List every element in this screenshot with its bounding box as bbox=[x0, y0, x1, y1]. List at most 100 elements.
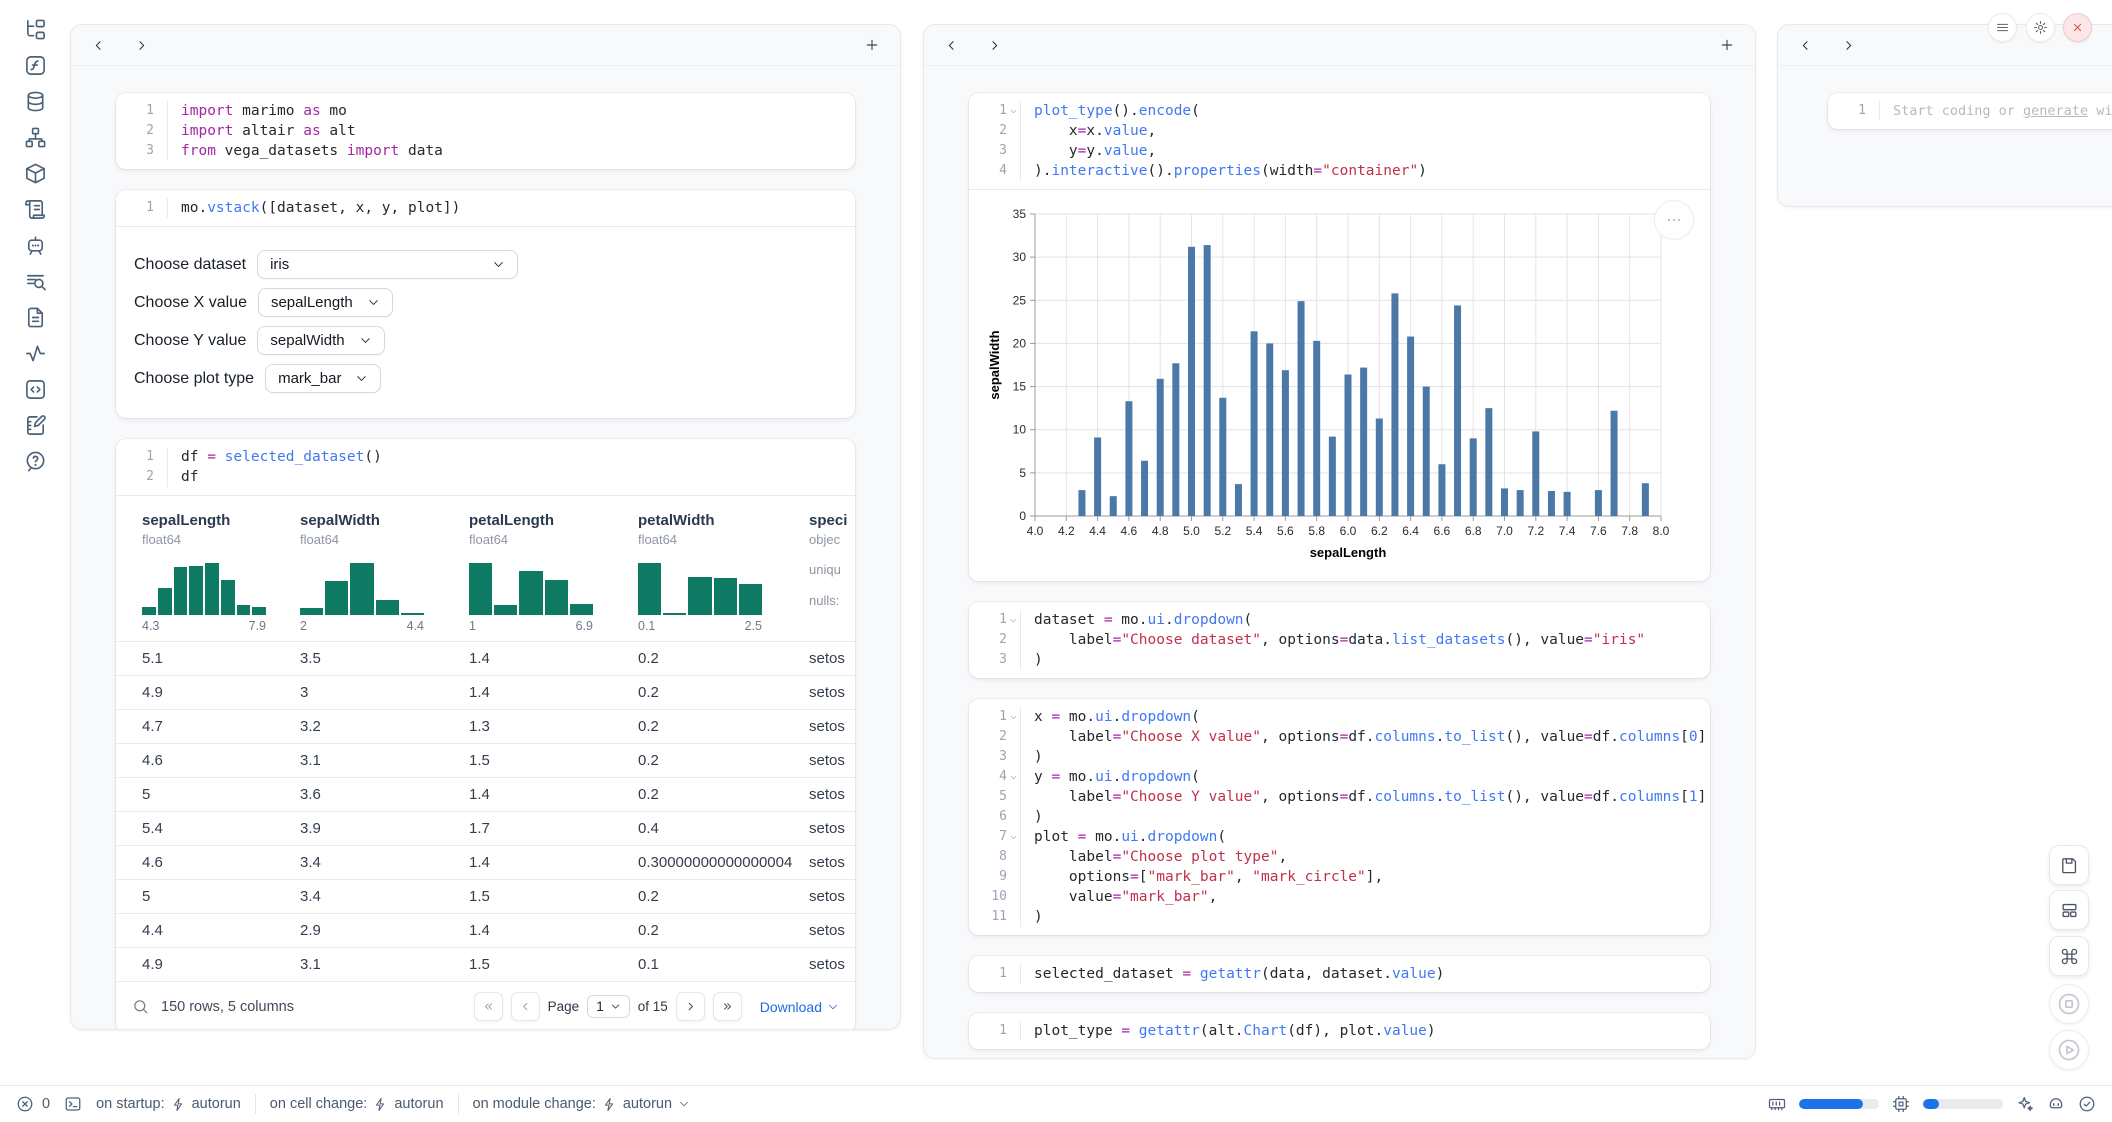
table-row[interactable]: 4.63.11.50.2setos bbox=[116, 743, 855, 777]
table-row[interactable]: 4.63.41.40.30000000000000004setos bbox=[116, 845, 855, 879]
divider bbox=[458, 1094, 459, 1114]
menu-button[interactable] bbox=[1988, 13, 2017, 42]
prev-page-button[interactable] bbox=[511, 992, 540, 1021]
svg-text:5.6: 5.6 bbox=[1277, 524, 1294, 538]
svg-text:5.2: 5.2 bbox=[1214, 524, 1231, 538]
close-button[interactable] bbox=[2063, 13, 2092, 42]
column-header[interactable]: petalLengthfloat6416.9 bbox=[459, 512, 628, 633]
prev-column-icon[interactable] bbox=[1798, 38, 1813, 53]
table-summary: 150 rows, 5 columns bbox=[161, 999, 294, 1015]
run-config-item[interactable]: on startup:autorun bbox=[96, 1096, 241, 1112]
code-editor[interactable]: 1mo.vstack([dataset, x, y, plot]) bbox=[116, 190, 855, 226]
add-cell-icon[interactable] bbox=[1719, 37, 1735, 53]
scroll-icon[interactable] bbox=[24, 198, 47, 221]
bar-chart[interactable]: 4.04.24.44.64.85.05.25.45.65.86.06.26.46… bbox=[983, 202, 1683, 570]
next-column-icon[interactable] bbox=[987, 38, 1002, 53]
column-header[interactable]: speciobjecuniqunulls: bbox=[799, 512, 855, 633]
table-cell: 0.2 bbox=[628, 718, 799, 735]
svg-text:5.0: 5.0 bbox=[1183, 524, 1200, 538]
fold-chevron-icon[interactable] bbox=[1007, 707, 1020, 727]
column-type: float64 bbox=[142, 532, 290, 547]
bot-icon[interactable] bbox=[24, 234, 47, 257]
next-column-icon[interactable] bbox=[1841, 38, 1856, 53]
histogram-bar bbox=[376, 600, 399, 615]
help-icon[interactable] bbox=[24, 450, 47, 473]
code-line: 2df bbox=[124, 467, 843, 487]
chart-actions-button[interactable] bbox=[1654, 200, 1694, 240]
function-square-icon[interactable] bbox=[24, 54, 47, 77]
settings-button[interactable] bbox=[2026, 13, 2055, 42]
code-editor[interactable]: 1x = mo.ui.dropdown(2 label="Choose X va… bbox=[969, 699, 1710, 935]
page-select[interactable]: 1 bbox=[587, 995, 630, 1018]
table-row[interactable]: 53.41.50.2setos bbox=[116, 879, 855, 913]
dataset-select[interactable]: iris bbox=[257, 250, 518, 279]
x-value-select[interactable]: sepalLength bbox=[258, 288, 393, 317]
code-square-icon[interactable] bbox=[24, 378, 47, 401]
code-editor[interactable]: 1selected_dataset = getattr(data, datase… bbox=[969, 956, 1710, 992]
column-header[interactable]: sepalWidthfloat6424.4 bbox=[290, 512, 459, 633]
next-column-icon[interactable] bbox=[134, 38, 149, 53]
package-icon[interactable] bbox=[24, 162, 47, 185]
add-cell-icon[interactable] bbox=[864, 37, 880, 53]
download-button[interactable]: Download bbox=[760, 999, 839, 1015]
table-cell: 5 bbox=[132, 888, 290, 905]
sparkles-icon[interactable] bbox=[2016, 1095, 2034, 1113]
search-list-icon[interactable] bbox=[24, 270, 47, 293]
fold-chevron-icon[interactable] bbox=[1007, 610, 1020, 630]
chevron-right-icon bbox=[684, 1000, 697, 1013]
table-row[interactable]: 5.43.91.70.4setos bbox=[116, 811, 855, 845]
code-editor[interactable]: 1import marimo as mo2import altair as al… bbox=[116, 93, 855, 169]
run-button[interactable] bbox=[2049, 1030, 2089, 1070]
column-header[interactable]: sepalLengthfloat644.37.9 bbox=[132, 512, 290, 633]
fold-chevron-icon[interactable] bbox=[1007, 101, 1020, 121]
next-page-button[interactable] bbox=[676, 992, 705, 1021]
chevron-down-icon bbox=[827, 1001, 839, 1013]
y-value-select[interactable]: sepalWidth bbox=[257, 326, 384, 355]
table-cell: 3.1 bbox=[290, 752, 459, 769]
code-editor[interactable]: 1 Start coding or generate with bbox=[1828, 93, 2112, 129]
first-page-button[interactable] bbox=[474, 992, 503, 1021]
copilot-icon[interactable] bbox=[2047, 1095, 2065, 1113]
database-icon[interactable] bbox=[24, 90, 47, 113]
file-tree-icon[interactable] bbox=[24, 18, 47, 41]
table-row[interactable]: 4.931.40.2setos bbox=[116, 675, 855, 709]
line-number: 1 bbox=[977, 964, 1007, 984]
error-indicator[interactable]: 0 bbox=[16, 1095, 50, 1113]
prev-column-icon[interactable] bbox=[944, 38, 959, 53]
generate-link[interactable]: generate bbox=[2023, 103, 2088, 119]
code-editor[interactable]: 1plot_type().encode(2 x=x.value,3 y=y.va… bbox=[969, 93, 1710, 189]
stop-button[interactable] bbox=[2049, 984, 2089, 1024]
terminal-icon[interactable] bbox=[64, 1095, 82, 1113]
selected-dataset-cell: 1selected_dataset = getattr(data, datase… bbox=[969, 956, 1710, 992]
run-config-item[interactable]: on cell change:autorun bbox=[270, 1096, 444, 1112]
fold-chevron-icon[interactable] bbox=[1007, 767, 1020, 787]
table-row[interactable]: 5.13.51.40.2setos bbox=[116, 641, 855, 675]
fold-chevron-icon[interactable] bbox=[1007, 827, 1020, 847]
code-text: from vega_datasets import data bbox=[167, 141, 443, 161]
table-footer: 150 rows, 5 columns Page 1 of 15 bbox=[116, 981, 855, 1030]
code-editor[interactable]: 1dataset = mo.ui.dropdown(2 label="Choos… bbox=[969, 602, 1710, 678]
last-page-button[interactable] bbox=[713, 992, 742, 1021]
table-row[interactable]: 53.61.40.2setos bbox=[116, 777, 855, 811]
save-button[interactable] bbox=[2049, 845, 2089, 885]
run-config-item[interactable]: on module change:autorun bbox=[473, 1096, 691, 1112]
sitemap-icon[interactable] bbox=[24, 126, 47, 149]
prev-column-icon[interactable] bbox=[91, 38, 106, 53]
fold-slot bbox=[1007, 161, 1020, 181]
table-row[interactable]: 4.93.11.50.1setos bbox=[116, 947, 855, 981]
search-icon[interactable] bbox=[132, 998, 149, 1015]
code-editor[interactable]: 1plot_type = getattr(alt.Chart(df), plot… bbox=[969, 1013, 1710, 1049]
run-config-label: on cell change: bbox=[270, 1096, 368, 1112]
dataset-dropdown-cell: 1dataset = mo.ui.dropdown(2 label="Choos… bbox=[969, 602, 1710, 678]
activity-icon[interactable] bbox=[24, 342, 47, 365]
document-icon[interactable] bbox=[24, 306, 47, 329]
column-header[interactable]: petalWidthfloat640.12.5 bbox=[628, 512, 799, 633]
layout-button[interactable] bbox=[2049, 890, 2089, 930]
notebook-pen-icon[interactable] bbox=[24, 414, 47, 437]
check-circle-icon[interactable] bbox=[2078, 1095, 2096, 1113]
command-palette-button[interactable] bbox=[2049, 936, 2089, 976]
plot-type-select[interactable]: mark_bar bbox=[265, 364, 381, 393]
code-editor[interactable]: 1df = selected_dataset()2df bbox=[116, 439, 855, 495]
table-row[interactable]: 4.42.91.40.2setos bbox=[116, 913, 855, 947]
table-row[interactable]: 4.73.21.30.2setos bbox=[116, 709, 855, 743]
